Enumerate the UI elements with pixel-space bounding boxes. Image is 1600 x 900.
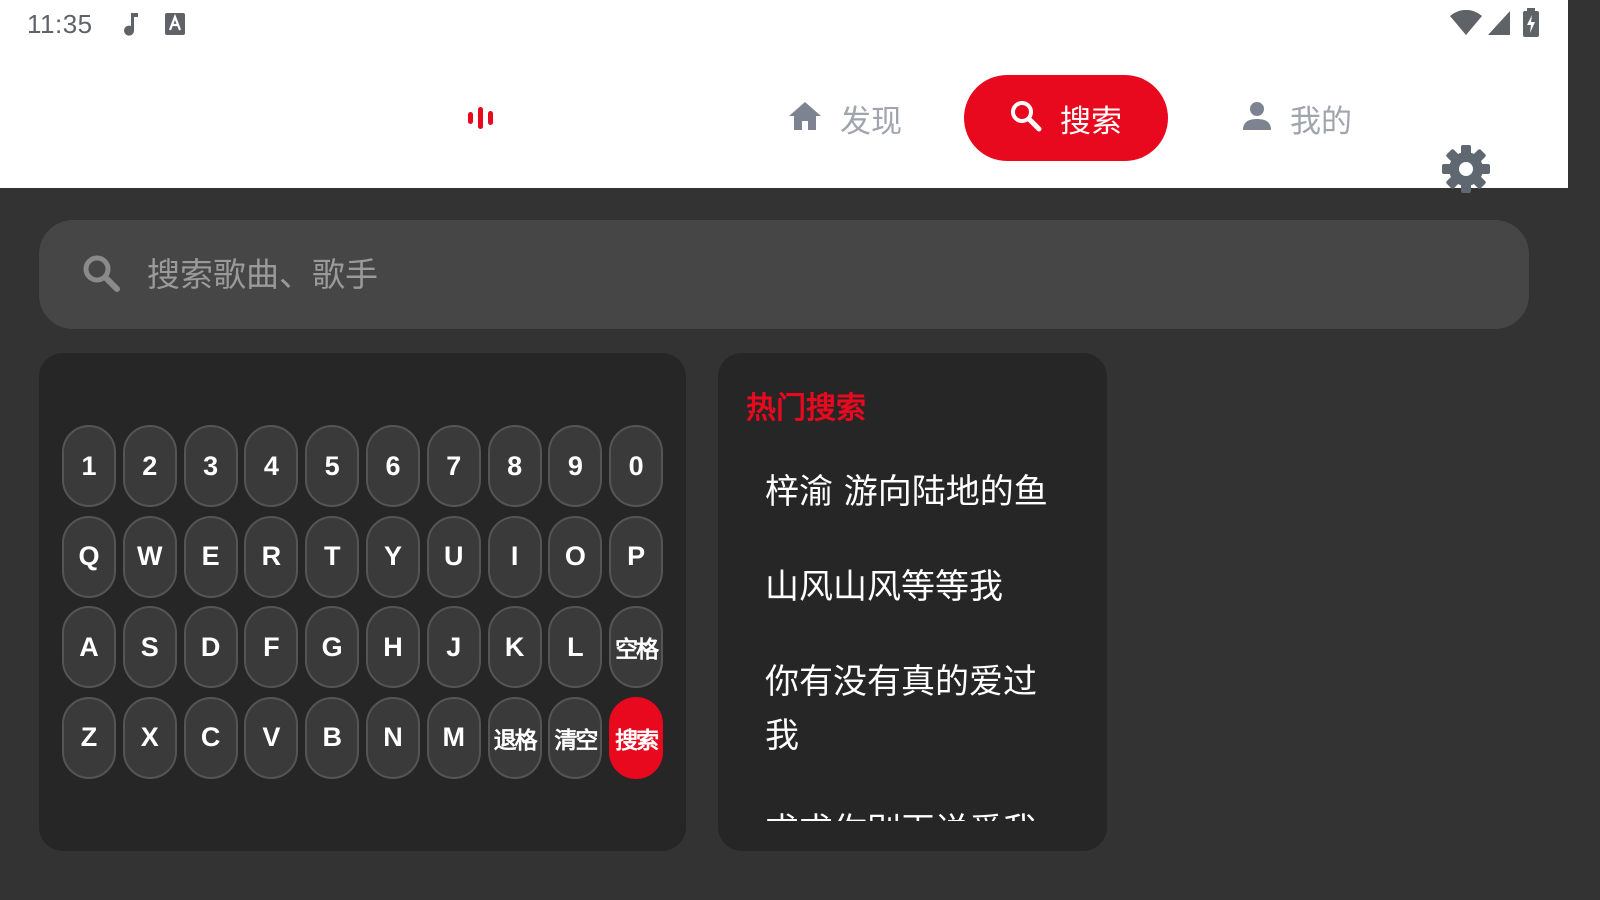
top-navigation: 发现 搜索 我的	[0, 48, 1568, 193]
nav-tab-search[interactable]: 搜索	[964, 75, 1168, 161]
key-8[interactable]: 8	[487, 425, 542, 507]
hot-search-item[interactable]: 求求你别再说爱我	[765, 804, 1065, 821]
key-b[interactable]: B	[305, 696, 360, 779]
key-6[interactable]: 6	[365, 425, 420, 507]
hot-search-item[interactable]: 你有没有真的爱过我	[765, 655, 1065, 763]
key-4[interactable]: 4	[244, 425, 299, 507]
key-l[interactable]: L	[548, 606, 603, 688]
home-icon	[788, 101, 822, 135]
key-m[interactable]: M	[426, 696, 481, 779]
key-2[interactable]: 2	[122, 425, 177, 507]
hot-search-item[interactable]: 山风山风等等我	[765, 560, 1065, 614]
key-i[interactable]: I	[487, 515, 542, 598]
hot-search-item[interactable]: 梓渝 游向陆地的鱼	[765, 465, 1065, 519]
key-k[interactable]: K	[487, 606, 542, 688]
key-e[interactable]: E	[183, 515, 238, 598]
key-c[interactable]: C	[183, 696, 238, 779]
battery-charging-icon	[1522, 8, 1540, 42]
key-n[interactable]: N	[365, 696, 420, 779]
key-search[interactable]: 搜索	[609, 696, 664, 779]
key-o[interactable]: O	[548, 515, 603, 598]
nav-tab-label: 发现	[840, 103, 902, 140]
key-space[interactable]: 空格	[609, 606, 664, 688]
key-r[interactable]: R	[244, 515, 299, 598]
key-p[interactable]: P	[609, 515, 664, 598]
key-1[interactable]: 1	[62, 425, 116, 507]
key-0[interactable]: 0	[609, 425, 664, 507]
status-bar: 11:35	[0, 0, 1568, 48]
cell-signal-icon	[1487, 10, 1511, 40]
status-time: 11:35	[27, 9, 93, 39]
equalizer-bars-icon	[467, 106, 495, 130]
hot-search-list[interactable]: 梓渝 游向陆地的鱼 山风山风等等我 你有没有真的爱过我 求求你别再说爱我	[765, 465, 1065, 821]
person-icon	[1242, 101, 1272, 135]
gear-icon[interactable]	[1440, 143, 1492, 195]
nav-tab-label: 搜索	[1060, 103, 1122, 140]
key-y[interactable]: Y	[365, 515, 420, 598]
wifi-icon	[1450, 9, 1482, 40]
key-q[interactable]: Q	[62, 515, 116, 598]
hot-search-title: 热门搜索	[746, 391, 866, 426]
key-v[interactable]: V	[244, 696, 299, 779]
nav-tab-label: 我的	[1290, 103, 1352, 140]
key-backspace[interactable]: 退格	[487, 696, 542, 779]
key-x[interactable]: X	[122, 696, 177, 779]
nav-tab-discover[interactable]: 发现	[770, 75, 920, 161]
search-input[interactable]	[147, 220, 1507, 329]
key-7[interactable]: 7	[426, 425, 481, 507]
font-a-icon	[164, 11, 186, 41]
hot-search-panel: 热门搜索 梓渝 游向陆地的鱼 山风山风等等我 你有没有真的爱过我 求求你别再说爱…	[718, 353, 1107, 851]
search-icon	[81, 253, 121, 297]
key-3[interactable]: 3	[183, 425, 238, 507]
key-f[interactable]: F	[244, 606, 299, 688]
search-bar	[39, 220, 1529, 329]
keyboard-panel: 1 2 3 4 5 6 7 8 9 0 Q W E R T Y U I O P …	[39, 353, 686, 851]
keyboard-grid: 1 2 3 4 5 6 7 8 9 0 Q W E R T Y U I O P …	[62, 425, 664, 779]
key-d[interactable]: D	[183, 606, 238, 688]
key-g[interactable]: G	[305, 606, 360, 688]
nav-tab-mine[interactable]: 我的	[1222, 75, 1372, 161]
key-5[interactable]: 5	[305, 425, 360, 507]
key-z[interactable]: Z	[62, 696, 116, 779]
key-a[interactable]: A	[62, 606, 116, 688]
key-t[interactable]: T	[305, 515, 360, 598]
key-s[interactable]: S	[122, 606, 177, 688]
key-j[interactable]: J	[426, 606, 481, 688]
key-w[interactable]: W	[122, 515, 177, 598]
key-h[interactable]: H	[365, 606, 420, 688]
key-u[interactable]: U	[426, 515, 481, 598]
search-icon	[1010, 100, 1042, 136]
music-note-icon	[122, 11, 142, 41]
key-9[interactable]: 9	[548, 425, 603, 507]
key-clear[interactable]: 清空	[548, 696, 603, 779]
